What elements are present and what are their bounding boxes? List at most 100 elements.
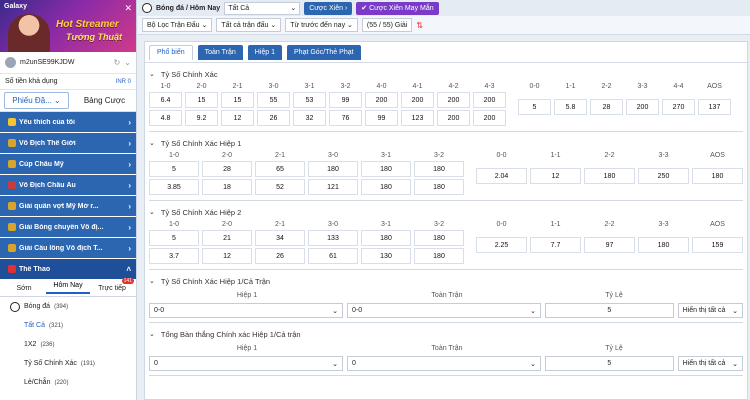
sidebar-menu-item[interactable]: Giải quần vợt Mỹ Mở r... › — [0, 196, 136, 216]
odds-cell[interactable]: 130 — [361, 248, 411, 264]
lucky-parlay-button[interactable]: ✔ Cược Xiên May Mắn — [356, 1, 439, 15]
odds-cell[interactable]: 12 — [221, 110, 254, 126]
tab-popular[interactable]: Phổ biến — [149, 44, 193, 60]
odds-cell[interactable]: 5 — [518, 99, 551, 115]
odds-cell[interactable]: 137 — [698, 99, 731, 115]
odds-cell[interactable]: 76 — [329, 110, 362, 126]
sidebar-menu-item[interactable]: Vô Địch Châu Âu › — [0, 175, 136, 195]
odds-cell[interactable]: 200 — [437, 92, 470, 108]
odds-cell[interactable]: 200 — [365, 92, 398, 108]
odds-cell[interactable]: 5.8 — [554, 99, 587, 115]
odds-cell[interactable]: 200 — [473, 92, 506, 108]
odds-cell[interactable]: 133 — [308, 230, 358, 246]
tab-early[interactable]: Sớm — [2, 285, 46, 292]
tab-today[interactable]: Hôm Nay — [46, 282, 90, 294]
odds-cell[interactable]: 250 — [638, 168, 689, 184]
tab-first-half[interactable]: Hiệp 1 — [247, 44, 283, 60]
odds-cell[interactable]: 6.4 — [149, 92, 182, 108]
sidebar-menu-item[interactable]: Yêu thích của tôi › — [0, 112, 136, 132]
league-filter-dropdown[interactable]: Bộ Lọc Trận Đấu ⌄ — [142, 18, 213, 32]
sort-dropdown[interactable]: Từ trước đến nay ⌄ — [285, 18, 358, 32]
odds-cell[interactable]: 180 — [414, 248, 464, 264]
odds-cell[interactable]: 5 — [149, 230, 199, 246]
tab-bet-list[interactable]: Bảng Cược — [73, 96, 136, 105]
odds-cell[interactable]: 26 — [257, 110, 290, 126]
odds-cell[interactable]: 99 — [329, 92, 362, 108]
odds-cell[interactable]: 123 — [401, 110, 434, 126]
score-select[interactable]: 0 ⌄ — [346, 356, 541, 371]
sidebar-menu-item[interactable]: Cúp Châu Mỹ › — [0, 154, 136, 174]
market-section-header[interactable]: ⌄ Tỷ Số Chính Xác — [149, 67, 743, 81]
odds-cell[interactable]: 61 — [308, 248, 358, 264]
odds-cell[interactable]: 180 — [361, 230, 411, 246]
odds-cell[interactable]: 180 — [584, 168, 635, 184]
promo-banner[interactable]: Galaxy ✕ Hot Streamer Tướng Thuật — [0, 0, 136, 52]
score-select[interactable]: 0-0 ⌄ — [346, 303, 541, 318]
odds-cell[interactable]: 121 — [308, 179, 358, 195]
odds-cell[interactable]: 180 — [638, 237, 689, 253]
odds-cell[interactable]: 12 — [202, 248, 252, 264]
market-select[interactable]: Tất Cả ⌄ — [224, 1, 301, 15]
close-icon[interactable]: ✕ — [124, 3, 132, 14]
odds-cell[interactable]: 97 — [584, 237, 635, 253]
odds-cell[interactable]: 28 — [590, 99, 623, 115]
odds-cell[interactable]: 9.2 — [185, 110, 218, 126]
tab-live[interactable]: Trực tiếp 141 — [90, 277, 134, 292]
refresh-icon[interactable]: ↻ — [114, 58, 121, 67]
market-section-header[interactable]: ⌄ Tỷ Số Chính Xác Hiệp 1/Cả Trận — [149, 274, 743, 288]
odds-cell[interactable]: 200 — [473, 110, 506, 126]
odds-cell[interactable]: 180 — [414, 230, 464, 246]
tab-bet-slip[interactable]: Phiếu Đặ... ⌄ — [4, 92, 69, 109]
odds-cell[interactable]: 21 — [202, 230, 252, 246]
odds-cell[interactable]: 180 — [692, 168, 743, 184]
odds-cell[interactable]: 52 — [255, 179, 305, 195]
score-select[interactable]: 0-0 ⌄ — [149, 303, 343, 318]
odds-cell[interactable]: 18 — [202, 179, 252, 195]
odds-cell[interactable]: 15 — [185, 92, 218, 108]
odds-cell[interactable]: 7.7 — [530, 237, 581, 253]
odds-cell[interactable]: 28 — [202, 161, 252, 177]
show-all-select[interactable]: Hiển thị tất cả ⌄ — [677, 303, 744, 318]
odds-cell[interactable]: 4.8 — [149, 110, 182, 126]
parlay-button[interactable]: Cược Xiên › — [304, 1, 353, 15]
odds-cell[interactable]: 2.04 — [476, 168, 527, 184]
odds-cell[interactable]: 180 — [308, 161, 358, 177]
odds-cell[interactable]: 3.85 — [149, 179, 199, 195]
market-section-header[interactable]: ⌄ Tỷ Số Chính Xác Hiệp 2 — [149, 205, 743, 219]
odds-cell[interactable]: 2.25 — [476, 237, 527, 253]
odds-cell[interactable]: 180 — [414, 161, 464, 177]
sort-arrows-icon[interactable]: ⇅ — [416, 21, 423, 30]
sidebar-menu-item[interactable]: Giải Bóng chuyền Vô đị... › — [0, 217, 136, 237]
tab-corners-cards[interactable]: Phạt Góc/Thẻ Phạt — [287, 44, 361, 60]
score-select[interactable]: 0 ⌄ — [149, 356, 343, 371]
odds-cell[interactable]: 180 — [361, 179, 411, 195]
tab-full-time[interactable]: Toàn Trận — [197, 44, 243, 60]
match-filter-dropdown[interactable]: Tất cả trận đấu ⌄ — [216, 18, 282, 32]
odds-cell[interactable]: 53 — [293, 92, 326, 108]
market-list-item[interactable]: 1X2 (236) — [0, 335, 136, 354]
odds-cell[interactable]: 15 — [221, 92, 254, 108]
sidebar-menu-item[interactable]: Giải Cầu lông Vô địch T... › — [0, 238, 136, 258]
sport-football[interactable]: Bóng đá (394) — [0, 297, 136, 316]
odds-cell[interactable]: 200 — [626, 99, 659, 115]
odds-cell[interactable]: 200 — [437, 110, 470, 126]
odds-cell[interactable]: 3.7 — [149, 248, 199, 264]
odds-cell[interactable]: 65 — [255, 161, 305, 177]
odds-cell[interactable]: 5 — [149, 161, 199, 177]
odds-cell[interactable]: 180 — [361, 161, 411, 177]
market-section-header[interactable]: ⌄ Tổng Bàn thắng Chính xác Hiệp 1/Cả trận — [149, 327, 743, 341]
market-list-item[interactable]: Tất Cả (321) — [0, 316, 136, 335]
odds-cell[interactable]: 270 — [662, 99, 695, 115]
market-list-item[interactable]: Tỷ Số Chính Xác (191) — [0, 354, 136, 373]
market-section-header[interactable]: ⌄ Tỷ Số Chính Xác Hiệp 1 — [149, 136, 743, 150]
sidebar-menu-item[interactable]: Thể Thao ˄ — [0, 259, 136, 279]
odds-cell[interactable]: 12 — [530, 168, 581, 184]
odds-cell[interactable]: 34 — [255, 230, 305, 246]
market-list-item[interactable]: Lẻ/Chẵn (220) — [0, 373, 136, 392]
odds-cell[interactable]: 99 — [365, 110, 398, 126]
chevron-down-icon[interactable]: ⌄ — [124, 58, 131, 67]
odds-cell[interactable]: 180 — [414, 179, 464, 195]
odds-cell[interactable]: 55 — [257, 92, 290, 108]
odds-cell[interactable]: 32 — [293, 110, 326, 126]
odds-cell[interactable]: 159 — [692, 237, 743, 253]
